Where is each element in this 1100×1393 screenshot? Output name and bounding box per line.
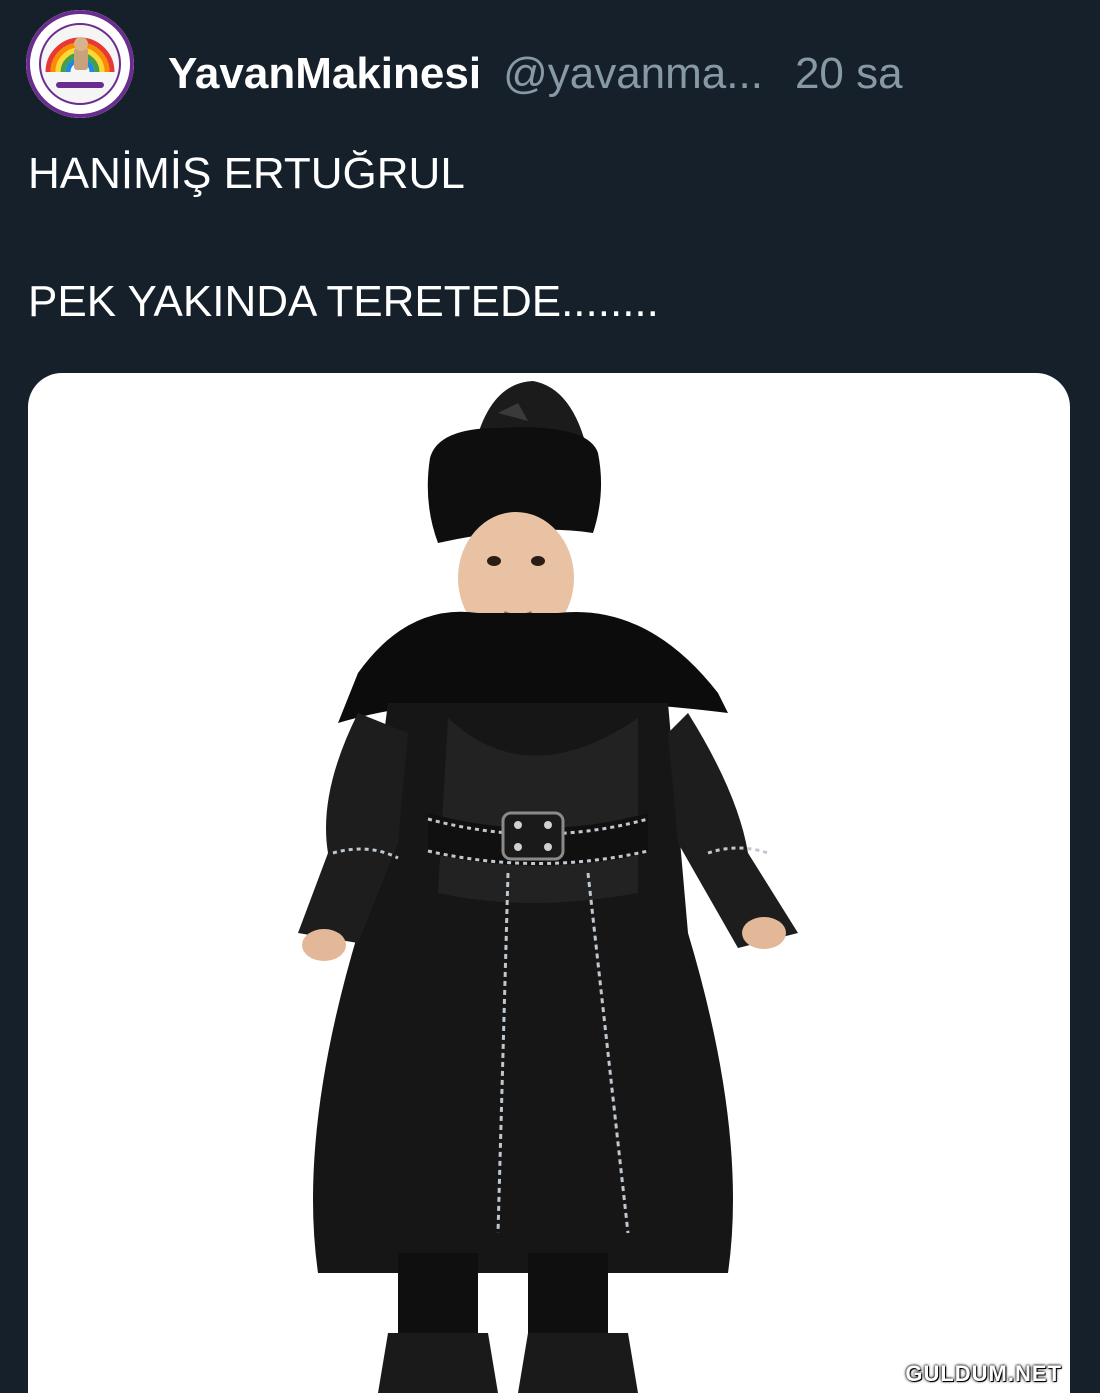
avatar-logo-icon: [26, 10, 134, 118]
tweet[interactable]: YavanMakinesi @yavanma... 20 sa HANİMİŞ …: [0, 0, 1100, 1393]
watermark-logo: GULDUM.NET: [905, 1361, 1062, 1386]
tweet-text-line: PEK YAKINDA TERETEDE........: [28, 277, 659, 326]
tweet-header: YavanMakinesi @yavanma... 20 sa: [168, 42, 903, 106]
display-name[interactable]: YavanMakinesi: [168, 49, 481, 99]
user-handle[interactable]: @yavanma...: [503, 49, 763, 99]
tweet-text: HANİMİŞ ERTUĞRUL PEK YAKINDA TERETEDE...…: [28, 142, 1068, 334]
timestamp[interactable]: 20 sa: [795, 49, 903, 99]
avatar[interactable]: [26, 10, 134, 118]
tweet-media-image[interactable]: GULDUM.NET: [28, 373, 1070, 1393]
tweet-text-line: HANİMİŞ ERTUĞRUL: [28, 149, 465, 198]
child-costume-photo-icon: [298, 381, 798, 1393]
